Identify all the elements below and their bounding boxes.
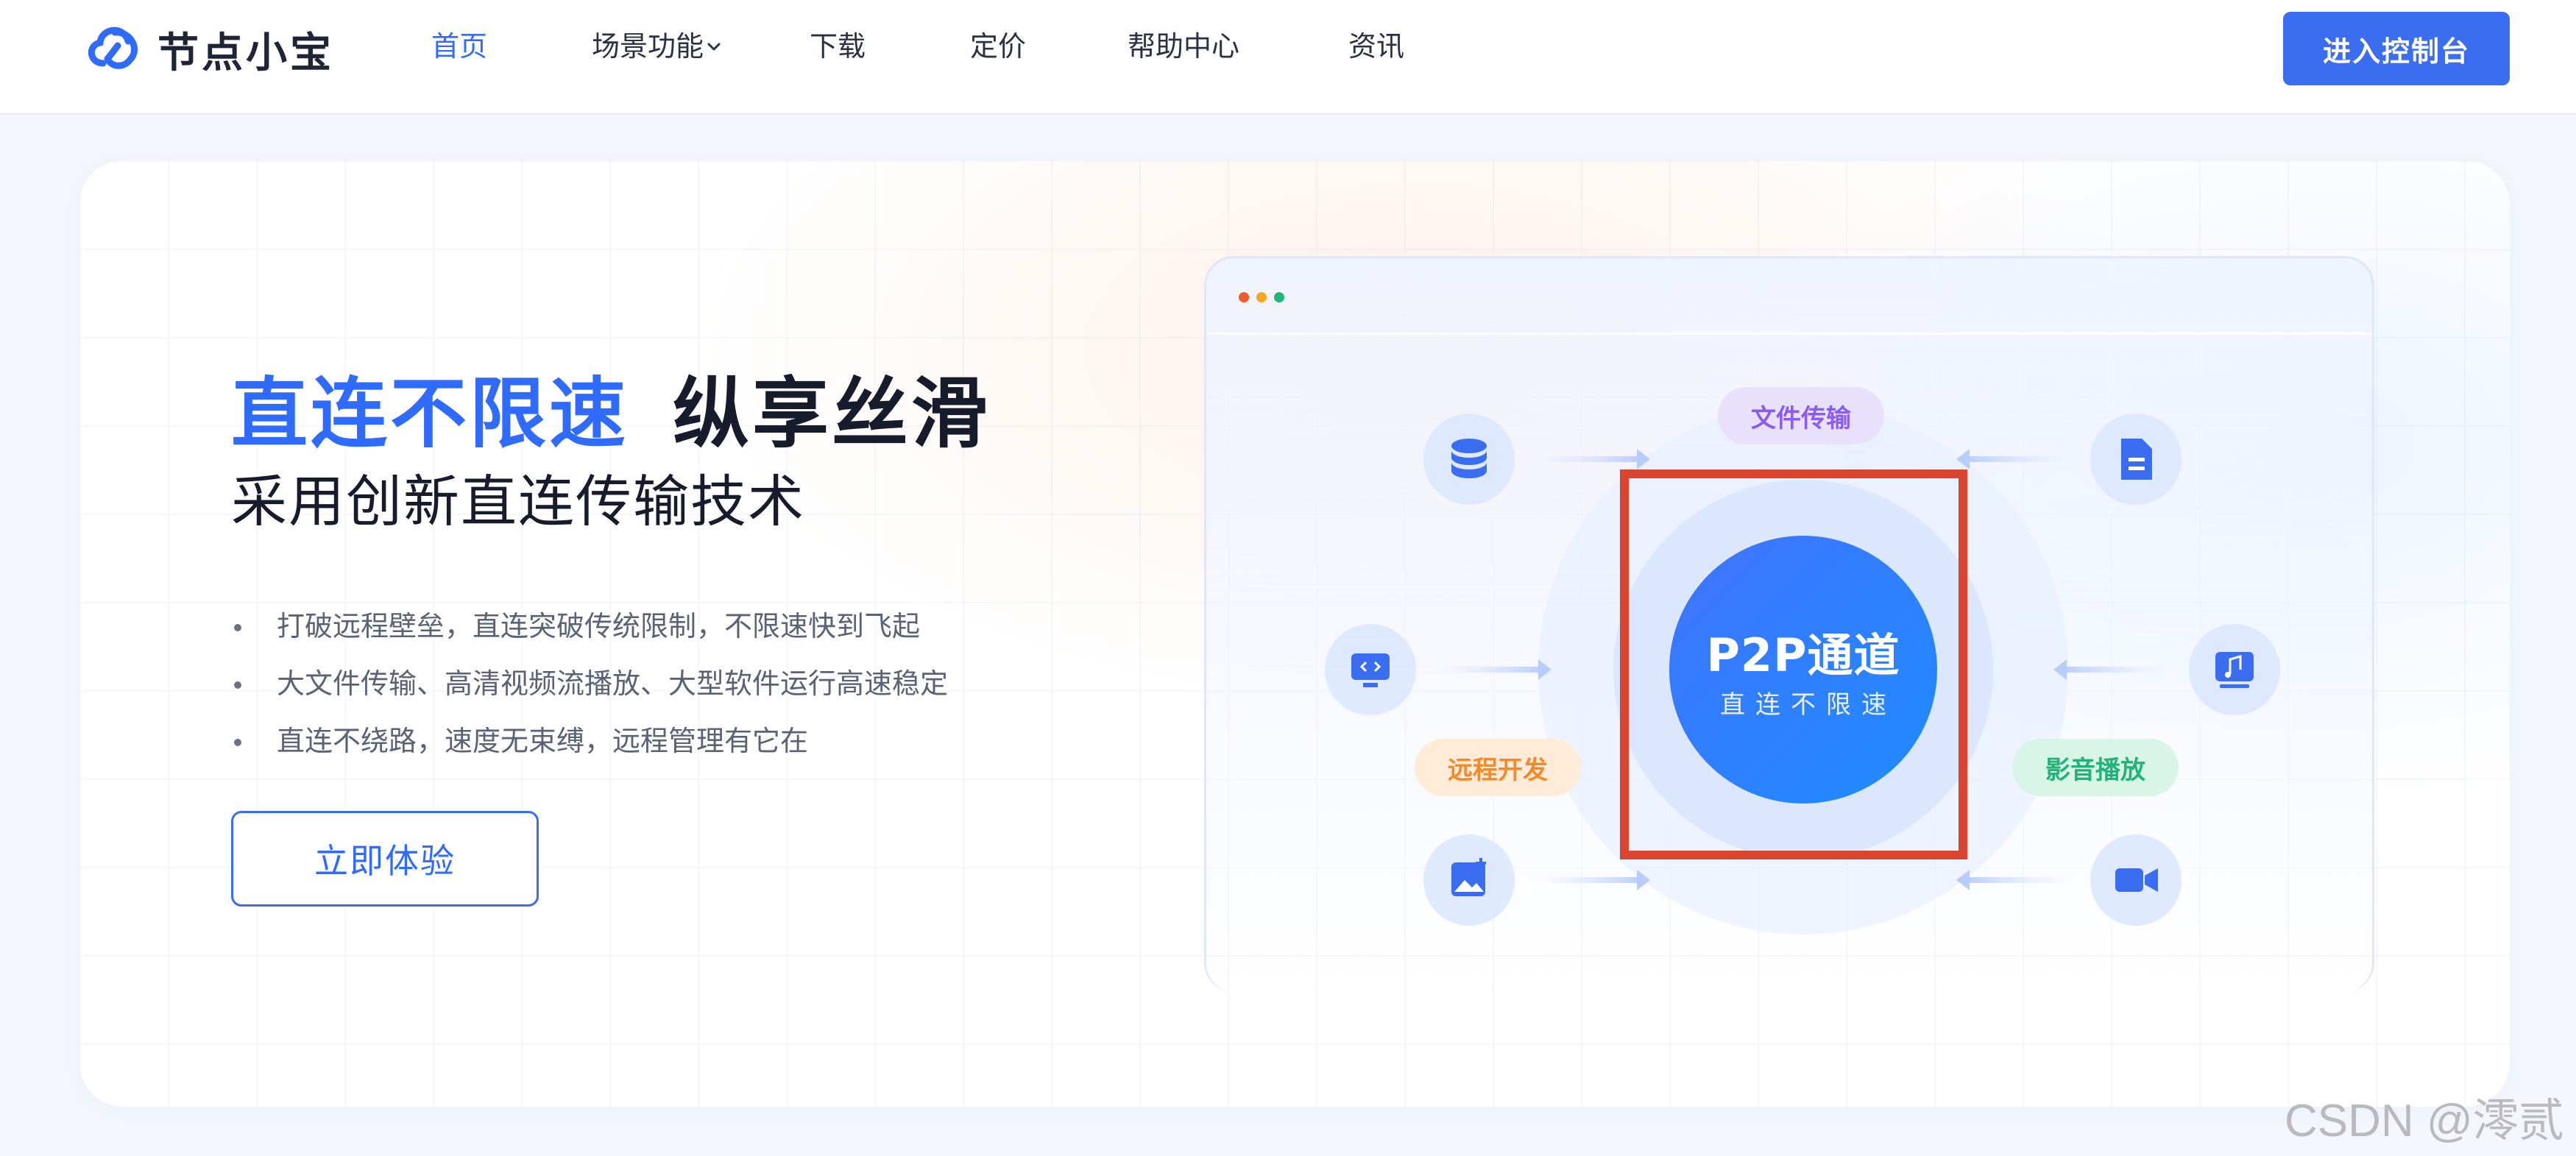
brand-logo[interactable]: 节点小宝 (81, 16, 334, 82)
cloud-link-logo-icon (88, 26, 138, 69)
tag-media-playback: 影音播放 (2012, 739, 2179, 796)
window-dot-yellow (1256, 292, 1267, 302)
window-title-bar (1206, 258, 2372, 335)
tag-file-transfer: 文件传输 (1718, 387, 1884, 444)
try-now-button[interactable]: 立即体验 (231, 811, 539, 907)
nav-scenarios[interactable]: 场景功能 (592, 29, 723, 63)
nav-download[interactable]: 下载 (810, 29, 866, 63)
annotation-highlight-box (1620, 469, 1967, 859)
brand-name: 节点小宝 (158, 29, 334, 77)
nav-news[interactable]: 资讯 (1348, 29, 1404, 63)
headline-rest: 纵享丝滑 (673, 369, 991, 458)
feature-bullet: 打破远程壁垒，直连突破传统限制，不限速快到飞起 (231, 597, 948, 655)
chevron-down-icon (707, 43, 721, 50)
csdn-watermark: CSDN @澪贰 (2285, 1096, 2564, 1146)
feature-bullet: 大文件传输、高清视频流播放、大型软件运行高速稳定 (231, 655, 948, 712)
nav-help-center[interactable]: 帮助中心 (1128, 29, 1239, 63)
top-navbar: 节点小宝 首页 场景功能 下载 定价 帮助中心 资讯 进入控制台 (0, 0, 2576, 115)
hero-subheadline: 采用创新直连传输技术 (231, 469, 805, 534)
nav-pricing[interactable]: 定价 (970, 29, 1026, 63)
window-dot-red (1239, 292, 1249, 302)
nav-scenarios-label: 场景功能 (592, 30, 704, 63)
nav-home[interactable]: 首页 (431, 29, 487, 63)
enter-console-button[interactable]: 进入控制台 (2283, 12, 2510, 85)
tag-remote-dev: 远程开发 (1415, 739, 1581, 796)
feature-bullet: 直连不绕路，速度无束缚，远程管理有它在 (231, 712, 948, 770)
feature-bullet-list: 打破远程壁垒，直连突破传统限制，不限速快到飞起 大文件传输、高清视频流播放、大型… (231, 597, 948, 770)
hero-headline: 直连不限速 纵享丝滑 (231, 369, 991, 458)
headline-highlight: 直连不限速 (231, 369, 629, 458)
window-dot-green (1274, 292, 1284, 302)
